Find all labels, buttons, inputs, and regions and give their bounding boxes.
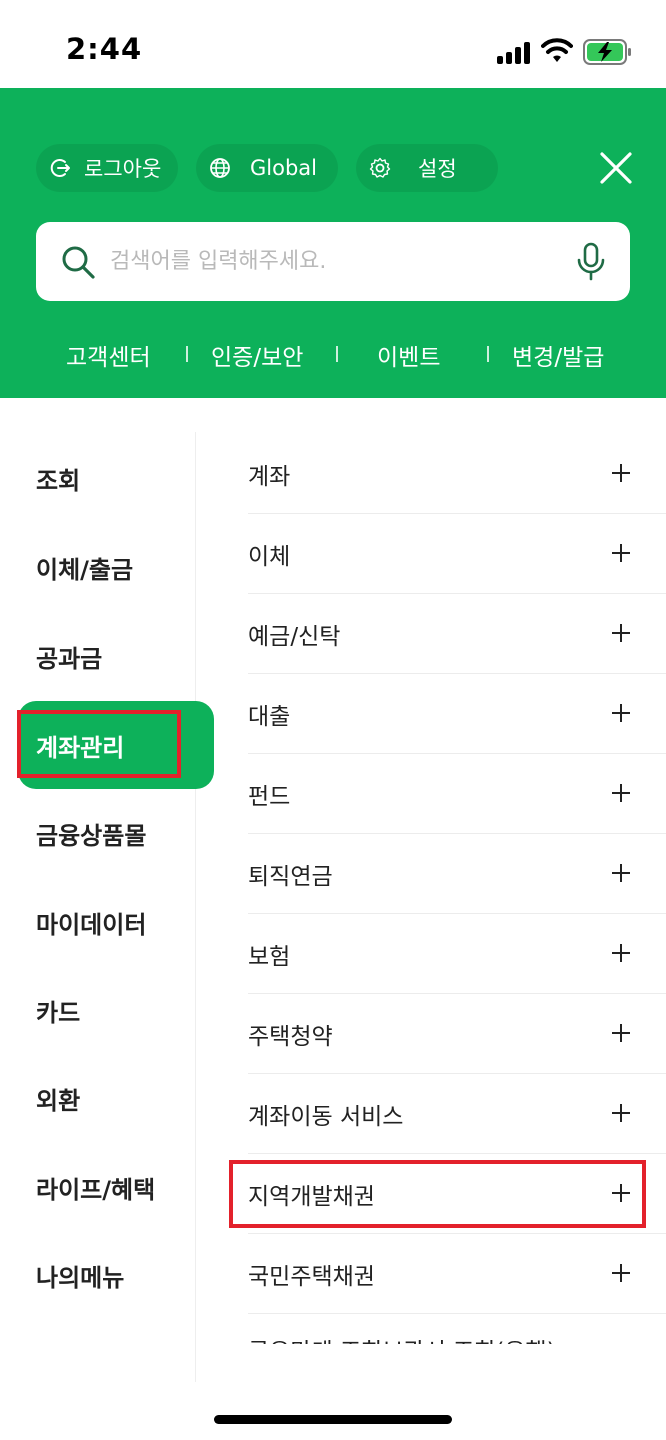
category-life-benefits[interactable]: 라이프/혜택 bbox=[18, 1143, 214, 1231]
category-mydata[interactable]: 마이데이터 bbox=[18, 878, 214, 966]
submenu-label: 펀드 bbox=[248, 783, 291, 810]
battery-charging-icon bbox=[583, 39, 631, 65]
submenu-item[interactable]: 펀드 bbox=[248, 754, 666, 834]
quick-link-divider bbox=[487, 346, 489, 362]
submenu-item[interactable]: 국민주택채권 bbox=[248, 1234, 666, 1314]
quick-links: 고객센터 인증/보안 이벤트 변경/발급 bbox=[0, 328, 666, 384]
search-icon[interactable] bbox=[60, 244, 96, 280]
menu-header: 로그아웃 Global 설정 고객센터 인증/보안 bbox=[0, 88, 666, 398]
highlight-box-regional-bond bbox=[229, 1160, 646, 1228]
submenu-label: 계좌이동 서비스 bbox=[248, 1103, 404, 1130]
submenu-item[interactable]: 퇴직연금 bbox=[248, 834, 666, 914]
quick-link-customer-center[interactable]: 고객센터 bbox=[66, 338, 151, 372]
plus-icon[interactable] bbox=[610, 1022, 632, 1044]
gear-icon bbox=[369, 157, 391, 178]
submenu-item-partial[interactable]: 공유마케 조회보관서 조회(은행) bbox=[248, 1332, 556, 1344]
quick-link-auth-security[interactable]: 인증/보안 bbox=[211, 338, 303, 372]
plus-icon[interactable] bbox=[610, 862, 632, 884]
plus-icon[interactable] bbox=[610, 1102, 632, 1124]
status-time: 2:44 bbox=[66, 32, 143, 66]
category-nav: 조회 이체/출금 공과금 계좌관리 금융상품몰 마이데이터 카드 외환 라이프/… bbox=[0, 432, 214, 1382]
category-transfer[interactable]: 이체/출금 bbox=[18, 523, 214, 611]
quick-link-events[interactable]: 이벤트 bbox=[377, 338, 440, 372]
submenu-label: 이체 bbox=[248, 543, 291, 570]
submenu-label: 주택청약 bbox=[248, 1023, 333, 1050]
submenu-label: 예금/신탁 bbox=[248, 623, 341, 650]
plus-icon[interactable] bbox=[610, 702, 632, 724]
submenu-item[interactable]: 계좌 bbox=[248, 434, 666, 514]
category-inquiry[interactable]: 조회 bbox=[18, 434, 214, 522]
category-card[interactable]: 카드 bbox=[18, 966, 214, 1054]
submenu-item[interactable]: 이체 bbox=[248, 514, 666, 594]
plus-icon[interactable] bbox=[610, 942, 632, 964]
search-bar bbox=[36, 222, 630, 301]
submenu-item[interactable]: 대출 bbox=[248, 674, 666, 754]
highlight-box-account-management bbox=[17, 710, 181, 778]
logout-icon bbox=[50, 159, 70, 177]
settings-label: 설정 bbox=[418, 157, 457, 181]
logout-label: 로그아웃 bbox=[84, 157, 162, 181]
submenu-label: 퇴직연금 bbox=[248, 863, 333, 890]
quick-link-change-issue[interactable]: 변경/발급 bbox=[512, 338, 604, 372]
submenu-label: 보험 bbox=[248, 943, 291, 970]
submenu-label: 국민주택채권 bbox=[248, 1263, 375, 1290]
search-input[interactable] bbox=[110, 222, 550, 301]
submenu-item[interactable]: 보험 bbox=[248, 914, 666, 994]
submenu-label: 계좌 bbox=[248, 463, 291, 490]
plus-icon[interactable] bbox=[610, 1262, 632, 1284]
submenu-item[interactable]: 예금/신탁 bbox=[248, 594, 666, 674]
settings-button[interactable]: 설정 bbox=[356, 144, 498, 192]
plus-icon[interactable] bbox=[610, 622, 632, 644]
logout-button[interactable]: 로그아웃 bbox=[36, 144, 178, 192]
category-utility-bills[interactable]: 공과금 bbox=[18, 612, 214, 700]
submenu-item[interactable]: 계좌이동 서비스 bbox=[248, 1074, 666, 1154]
category-financial-products[interactable]: 금융상품몰 bbox=[18, 789, 214, 877]
global-label: Global bbox=[250, 156, 317, 180]
global-button[interactable]: Global bbox=[196, 144, 338, 192]
plus-icon[interactable] bbox=[610, 782, 632, 804]
category-my-menu[interactable]: 나의메뉴 bbox=[18, 1231, 214, 1319]
category-foreign-exchange[interactable]: 외환 bbox=[18, 1054, 214, 1142]
globe-icon bbox=[210, 158, 230, 178]
microphone-icon[interactable] bbox=[576, 242, 606, 282]
submenu-label: 대출 bbox=[248, 703, 291, 730]
cellular-signal-icon bbox=[497, 40, 533, 64]
plus-icon[interactable] bbox=[610, 462, 632, 484]
quick-link-divider bbox=[186, 346, 188, 362]
quick-link-divider bbox=[336, 346, 338, 362]
submenu-item[interactable]: 주택청약 bbox=[248, 994, 666, 1074]
status-bar: 2:44 bbox=[0, 0, 666, 88]
home-indicator[interactable] bbox=[214, 1415, 452, 1424]
close-icon[interactable] bbox=[598, 150, 634, 186]
wifi-icon bbox=[541, 38, 573, 62]
plus-icon[interactable] bbox=[610, 542, 632, 564]
